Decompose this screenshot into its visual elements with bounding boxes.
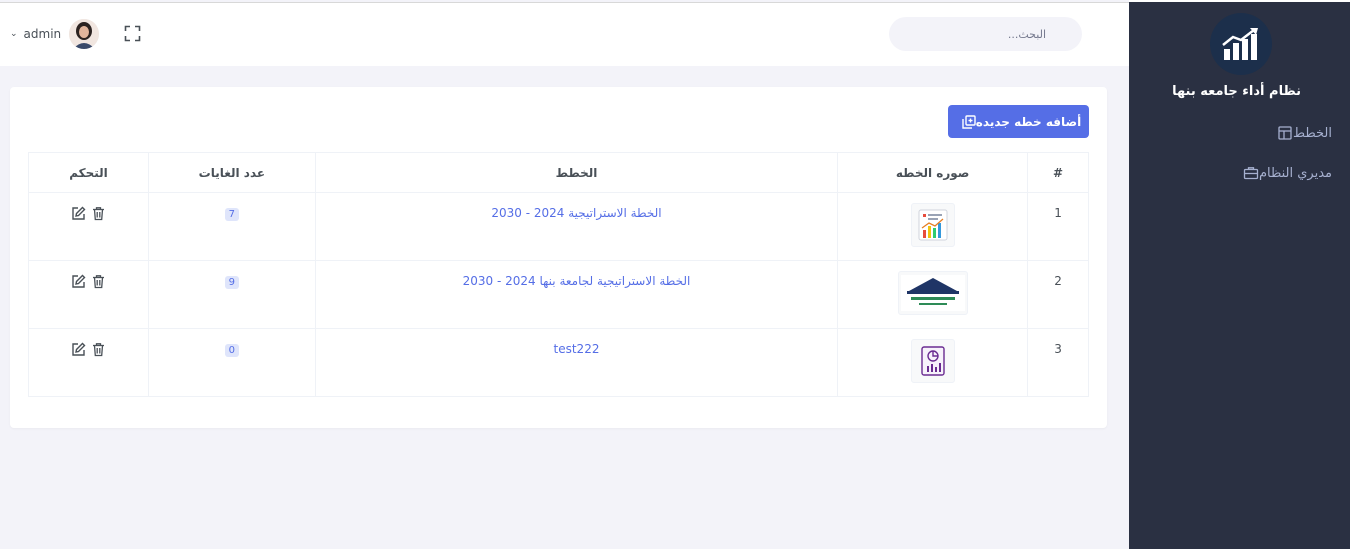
table-row: 3 test222 0 bbox=[28, 328, 1089, 397]
row-number: 2 bbox=[1027, 260, 1089, 329]
topbar: ⌄ admin bbox=[0, 2, 1129, 66]
row-image-cell bbox=[837, 260, 1029, 329]
avatar-icon bbox=[69, 19, 100, 49]
row-image-cell bbox=[837, 192, 1029, 261]
plan-link[interactable]: الخطة الاستراتيجية 2024 - 2030 bbox=[491, 206, 661, 220]
add-copy-icon bbox=[962, 114, 976, 129]
row-count-cell: 7 bbox=[147, 192, 316, 261]
sidebar-item-label: الخطط bbox=[1293, 125, 1332, 141]
goals-count-badge: 0 bbox=[224, 344, 240, 357]
user-name: admin bbox=[23, 27, 62, 41]
row-plan-cell: الخطة الاستراتيجية لجامعة بنها 2024 - 20… bbox=[314, 260, 839, 329]
fullscreen-icon[interactable] bbox=[124, 25, 141, 42]
header-image: صوره الخطه bbox=[837, 152, 1029, 193]
edit-icon[interactable] bbox=[70, 342, 86, 358]
growth-chart-icon[interactable] bbox=[1210, 13, 1272, 75]
unit-logo-image bbox=[897, 271, 968, 315]
row-count-cell: 0 bbox=[147, 328, 316, 397]
row-number: 3 bbox=[1027, 328, 1089, 397]
row-number: 1 bbox=[1027, 192, 1089, 261]
row-actions bbox=[70, 342, 106, 358]
chart-report-icon bbox=[910, 203, 955, 247]
plan-link[interactable]: الخطة الاستراتيجية لجامعة بنها 2024 - 20… bbox=[463, 274, 691, 288]
row-actions bbox=[70, 206, 106, 222]
sidebar-item-label: مديري النظام bbox=[1258, 165, 1332, 181]
layout-icon bbox=[1277, 125, 1293, 141]
row-actions bbox=[70, 274, 106, 290]
header-actions: التحكم bbox=[28, 152, 149, 193]
search-input[interactable] bbox=[889, 17, 1082, 51]
briefcase-icon bbox=[1243, 165, 1259, 181]
add-plan-button[interactable]: أضافه خطه جديده bbox=[948, 105, 1089, 138]
row-plan-cell: test222 bbox=[314, 328, 839, 397]
sidebar-item-admins[interactable]: مديري النظام bbox=[1232, 165, 1332, 181]
header-goals-count: عدد الغايات bbox=[147, 152, 316, 193]
table-header-row: # صوره الخطه الخطط عدد الغايات التحكم bbox=[28, 152, 1089, 193]
trash-icon[interactable] bbox=[90, 274, 106, 290]
edit-icon[interactable] bbox=[70, 274, 86, 290]
plans-table: # صوره الخطه الخطط عدد الغايات التحكم 1 bbox=[28, 152, 1089, 397]
row-actions-cell bbox=[28, 260, 149, 329]
goals-count-badge: 9 bbox=[224, 276, 240, 289]
row-plan-cell: الخطة الاستراتيجية 2024 - 2030 bbox=[314, 192, 839, 261]
brand-title: نظام أداء جامعه بنها bbox=[1172, 84, 1301, 99]
edit-icon[interactable] bbox=[70, 206, 86, 222]
row-image-cell bbox=[837, 328, 1029, 397]
table-row: 2 الخطة الاستراتيجية لجامعة بنها 2024 - bbox=[28, 260, 1089, 329]
plan-link[interactable]: test222 bbox=[554, 342, 600, 356]
chevron-down-icon: ⌄ bbox=[10, 29, 18, 39]
user-menu[interactable]: ⌄ admin bbox=[10, 18, 100, 50]
sidebar-item-plans[interactable]: الخطط bbox=[1266, 125, 1332, 141]
row-actions-cell bbox=[28, 192, 149, 261]
goals-count-badge: 7 bbox=[224, 208, 240, 221]
trash-icon[interactable] bbox=[90, 342, 106, 358]
add-plan-label: أضافه خطه جديده bbox=[975, 114, 1082, 129]
document-report-icon bbox=[910, 339, 955, 383]
row-actions-cell bbox=[28, 328, 149, 397]
header-num: # bbox=[1027, 152, 1089, 193]
row-count-cell: 9 bbox=[147, 260, 316, 329]
table-row: 1 الخطة الاستراتيجية 2024 - 2030 7 bbox=[28, 192, 1089, 261]
plans-card: أضافه خطه جديده # صوره الخطه الخطط عدد ا… bbox=[10, 87, 1107, 428]
header-plan: الخطط bbox=[314, 152, 839, 193]
sidebar: نظام أداء جامعه بنها الخطط مديري النظام bbox=[1129, 0, 1350, 549]
trash-icon[interactable] bbox=[90, 206, 106, 222]
